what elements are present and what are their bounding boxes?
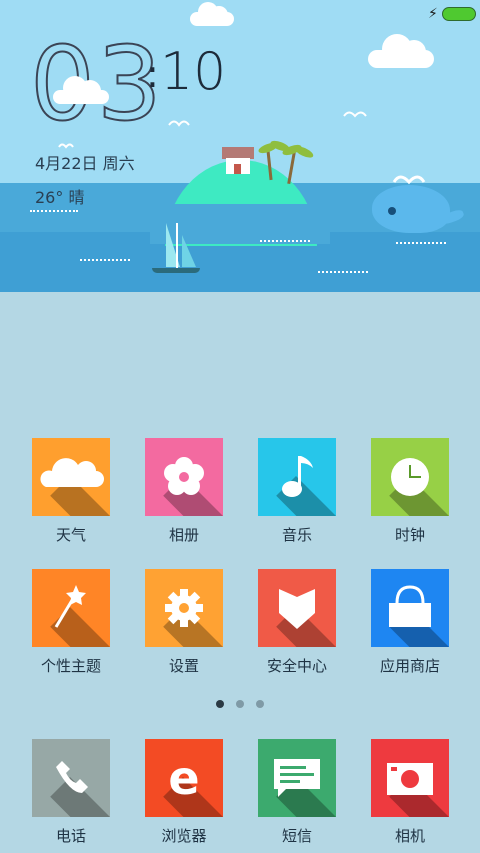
app-label: 短信 [281,827,312,845]
app-tile[interactable]: e [145,739,223,817]
app-clock[interactable]: 时钟 [371,438,449,545]
cloud-icon-decor [368,34,434,68]
cloud-icon-decor [53,76,109,104]
app-settings[interactable]: 设置 [145,569,223,676]
page-dot[interactable] [236,700,244,708]
app-tile[interactable] [371,739,449,817]
wave [80,259,130,263]
sailboat-sail [182,235,196,267]
page-dot[interactable] [256,700,264,708]
wave [260,240,310,244]
app-label: 相机 [394,827,425,845]
app-tile[interactable] [32,438,110,516]
weather-text[interactable]: 26° 晴 [35,184,84,208]
app-tile[interactable] [32,569,110,647]
app-label: 安全中心 [266,657,327,675]
app-store[interactable]: 应用商店 [371,569,449,676]
page-dot-active[interactable] [216,700,224,708]
app-label: 应用商店 [379,657,440,675]
date-text: 4月22日 周六 [35,154,135,173]
camera-icon [387,763,433,795]
app-tile[interactable] [371,569,449,647]
app-themes[interactable]: 个性主题 [32,569,110,676]
wave [318,271,368,275]
magic-wand-icon [54,585,86,628]
app-browser[interactable]: e 浏览器 [145,739,223,846]
app-label: 相册 [168,526,199,544]
flower-icon [164,457,204,495]
app-phone[interactable]: 电话 [32,739,110,846]
seagull-icon [343,111,367,118]
app-label: 时钟 [394,526,425,544]
app-gallery[interactable]: 相册 [145,438,223,545]
app-label: 音乐 [281,526,312,544]
message-icon [274,759,320,797]
cloud-icon-decor [190,2,234,26]
charging-bolt-icon: ⚡ [428,6,438,22]
app-label: 设置 [168,657,199,675]
sailboat-mast [176,223,178,269]
app-weather[interactable]: 天气 [32,438,110,545]
gear-icon [165,589,203,627]
app-label: 天气 [55,526,86,544]
app-messages[interactable]: 短信 [258,739,336,846]
clock-icon [391,458,429,496]
whale-icon [372,185,450,233]
page-indicator [216,700,264,708]
house-door [234,164,241,174]
app-label: 个性主题 [40,657,101,675]
app-tile[interactable] [145,438,223,516]
app-tile[interactable] [145,569,223,647]
shield-icon [279,589,315,629]
battery-icon [442,7,476,21]
whale-eye [388,207,396,215]
app-label: 浏览器 [161,827,207,845]
app-tile[interactable] [258,569,336,647]
wave [396,242,446,246]
app-security[interactable]: 安全中心 [258,569,336,676]
app-music[interactable]: 音乐 [258,438,336,545]
app-tile[interactable] [371,438,449,516]
clock-separator: : [146,52,159,96]
app-tile[interactable] [258,739,336,817]
shopping-bag-icon [389,585,431,627]
clock-minutes[interactable]: 10 [160,42,226,102]
seagull-icon [168,120,190,127]
sailboat-icon [152,268,200,273]
whale-spout [392,175,426,185]
app-label: 电话 [55,827,86,845]
app-tile[interactable] [32,739,110,817]
phone-icon [56,761,88,793]
app-camera[interactable]: 相机 [371,739,449,846]
browser-e-icon: e [168,751,200,805]
cloud-icon [40,458,104,487]
wave [30,210,78,214]
music-note-icon [282,456,313,497]
app-tile[interactable] [258,438,336,516]
